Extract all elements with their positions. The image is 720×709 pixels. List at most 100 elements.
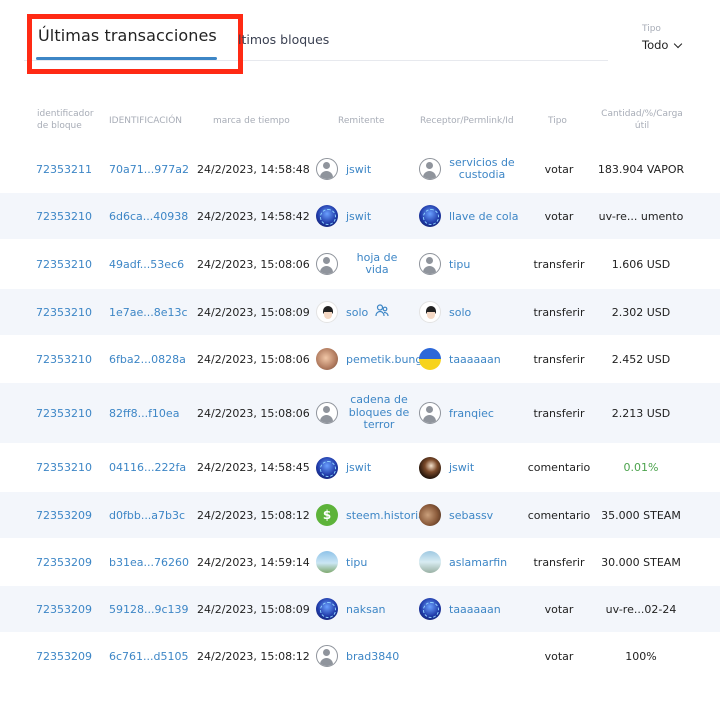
amount: uv-re... umento bbox=[598, 209, 684, 223]
receiver-cell: servicios de custodia bbox=[419, 146, 531, 192]
operation-type: transferir bbox=[533, 352, 585, 366]
user-avatar-icon[interactable] bbox=[316, 205, 338, 227]
sender-link[interactable]: jswit bbox=[346, 163, 371, 176]
receiver-link[interactable]: solo bbox=[449, 306, 471, 319]
header-sender: Remitente bbox=[338, 116, 385, 126]
amount: uv-re...02-24 bbox=[605, 602, 677, 616]
sender-cell: jswit bbox=[316, 444, 422, 491]
default-avatar-icon[interactable] bbox=[316, 645, 338, 667]
type-filter-value: Todo bbox=[642, 38, 669, 52]
block-id-link[interactable]: 72353211 bbox=[36, 146, 92, 192]
default-avatar-icon[interactable] bbox=[419, 253, 441, 275]
transaction-id-link[interactable]: 6c761...d5105 bbox=[109, 633, 189, 679]
timestamp: 24/2/2023, 15:08:06 bbox=[197, 352, 310, 366]
sender-line: hoja de bbox=[356, 250, 398, 264]
sender-link[interactable]: hoja de vida bbox=[346, 250, 408, 277]
transaction-id-link[interactable]: b31ea...76260 bbox=[109, 539, 189, 585]
header-timestamp: marca de tiempo bbox=[213, 116, 290, 126]
table-row: 72353209 d0fbb...a7b3c 24/2/2023, 15:08:… bbox=[0, 492, 720, 538]
receiver-link[interactable]: servicios de custodia bbox=[449, 156, 515, 182]
block-id-link[interactable]: 72353209 bbox=[36, 586, 92, 632]
block-id-link[interactable]: 72353210 bbox=[36, 240, 92, 288]
table-row: 72353210 6fba2...0828a 24/2/2023, 15:08:… bbox=[0, 336, 720, 382]
sender-link[interactable]: solo bbox=[346, 306, 368, 319]
receiver-cell: aslamarfin bbox=[419, 539, 531, 585]
default-avatar-icon[interactable] bbox=[419, 402, 441, 424]
user-avatar-icon[interactable] bbox=[316, 348, 338, 370]
table-row: 72353210 1e7ae...8e13c 24/2/2023, 15:08:… bbox=[0, 289, 720, 335]
user-avatar-icon[interactable] bbox=[419, 456, 441, 479]
operation-type: comentario bbox=[527, 508, 591, 522]
user-avatar-icon[interactable] bbox=[419, 348, 441, 370]
block-id-link[interactable]: 72353209 bbox=[36, 539, 92, 585]
transaction-id-link[interactable]: 59128...9c139 bbox=[109, 586, 189, 632]
receiver-link[interactable]: aslamarfin bbox=[449, 556, 507, 569]
block-id-link[interactable]: 72353209 bbox=[36, 492, 92, 538]
receiver-link[interactable]: taaaaaan bbox=[449, 353, 501, 366]
sender-link[interactable]: jswit bbox=[346, 461, 371, 474]
sender-link[interactable]: cadena de bloques de terror bbox=[346, 394, 412, 432]
receiver-cell: llave de cola bbox=[419, 193, 531, 239]
block-id-link[interactable]: 72353210 bbox=[36, 336, 92, 382]
sender-line: cadena de bbox=[350, 393, 408, 407]
transaction-id-link[interactable]: d0fbb...a7b3c bbox=[109, 492, 185, 538]
default-avatar-icon[interactable] bbox=[316, 158, 338, 180]
sender-link[interactable]: steem.historia bbox=[346, 509, 425, 522]
sender-link[interactable]: jswit bbox=[346, 210, 371, 223]
transaction-id-link[interactable]: 49adf...53ec6 bbox=[109, 240, 184, 288]
user-avatar-icon[interactable] bbox=[419, 598, 441, 620]
user-avatar-icon[interactable] bbox=[419, 551, 441, 573]
transaction-id-link[interactable]: 6fba2...0828a bbox=[109, 336, 186, 382]
amount: 2.452 USD bbox=[611, 352, 671, 366]
sender-cell: brad3840 bbox=[316, 633, 422, 679]
receiver-cell: jswit bbox=[419, 444, 531, 491]
type-filter-select[interactable]: Todo bbox=[642, 38, 683, 52]
block-id-link[interactable]: 72353210 bbox=[36, 289, 92, 335]
transaction-id-link[interactable]: 82ff8...f10ea bbox=[109, 383, 179, 443]
sender-link[interactable]: naksan bbox=[346, 603, 386, 616]
user-avatar-icon[interactable] bbox=[419, 205, 441, 227]
receiver-link[interactable]: llave de cola bbox=[449, 210, 518, 223]
sender-cell: jswit bbox=[316, 193, 422, 239]
user-avatar-icon[interactable] bbox=[419, 301, 441, 323]
user-avatar-icon[interactable] bbox=[316, 301, 338, 323]
user-avatar-icon[interactable] bbox=[316, 456, 338, 479]
timestamp: 24/2/2023, 15:08:06 bbox=[197, 257, 310, 271]
transaction-id-link[interactable]: 1e7ae...8e13c bbox=[109, 289, 188, 335]
header-amount-line1: Cantidad/%/Carga bbox=[601, 109, 683, 119]
header-block-id-line2: de bloque bbox=[37, 121, 82, 131]
transaction-id-link[interactable]: 70a71...977a2 bbox=[109, 146, 189, 192]
receiver-link[interactable]: tipu bbox=[449, 258, 470, 271]
default-avatar-icon[interactable] bbox=[316, 402, 338, 424]
receiver-link[interactable]: jswit bbox=[449, 461, 474, 474]
receiver-link[interactable]: taaaaaan bbox=[449, 603, 501, 616]
sender-link[interactable]: brad3840 bbox=[346, 650, 399, 663]
sender-link[interactable]: pemetik.bung bbox=[346, 353, 422, 366]
dollar-avatar-icon[interactable]: $ bbox=[316, 504, 338, 526]
user-avatar-icon[interactable] bbox=[316, 598, 338, 620]
receiver-link[interactable]: franqiec bbox=[449, 407, 494, 420]
timestamp: 24/2/2023, 15:08:09 bbox=[197, 305, 310, 319]
block-id-link[interactable]: 72353210 bbox=[36, 444, 92, 491]
default-avatar-icon[interactable] bbox=[419, 158, 441, 180]
sender-link[interactable]: tipu bbox=[346, 556, 367, 569]
block-id-link[interactable]: 72353210 bbox=[36, 193, 92, 239]
default-avatar-icon[interactable] bbox=[316, 253, 338, 275]
timestamp: 24/2/2023, 14:59:14 bbox=[197, 555, 310, 569]
block-id-link[interactable]: 72353210 bbox=[36, 383, 92, 443]
type-filter-label: Tipo bbox=[642, 24, 661, 34]
user-avatar-icon[interactable] bbox=[316, 551, 338, 573]
amount: 0.01% bbox=[623, 461, 659, 474]
transaction-id-link[interactable]: 6d6ca...40938 bbox=[109, 193, 188, 239]
sender-cell: naksan bbox=[316, 586, 422, 632]
receiver-link[interactable]: sebassv bbox=[449, 509, 493, 522]
type-filter[interactable]: Tipo Todo bbox=[642, 24, 683, 52]
sender-cell: pemetik.bung bbox=[316, 336, 422, 382]
highlight-annotation-box bbox=[27, 14, 243, 74]
sender-cell: jswit bbox=[316, 146, 422, 192]
tab-latest-blocks[interactable]: ltimos bloques bbox=[238, 32, 329, 47]
sender-line: terror bbox=[363, 418, 395, 432]
user-avatar-icon[interactable] bbox=[419, 504, 441, 526]
transaction-id-link[interactable]: 04116...222fa bbox=[109, 444, 186, 491]
block-id-link[interactable]: 72353209 bbox=[36, 633, 92, 679]
